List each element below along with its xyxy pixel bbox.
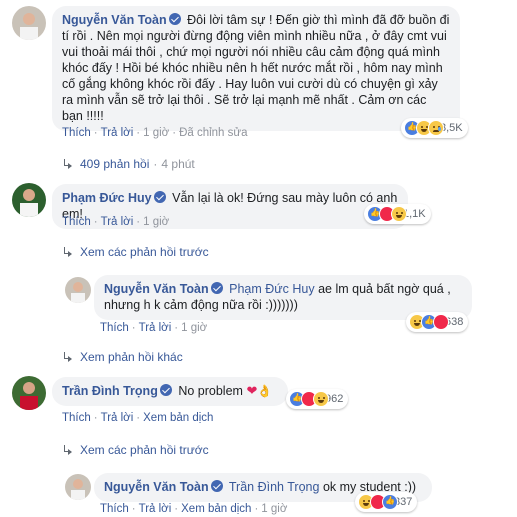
reply-actions-1: Thích · Trả lời · 1 giờ [100,322,208,334]
avatar-nguyen-van-toan[interactable] [65,277,91,303]
reply-button[interactable]: Trả lời [101,216,134,228]
comment-text: Đôi lời tâm sự ! Đến giờ thì mình đã đỡ … [62,13,450,123]
reaction-summary-1[interactable]: 3,5K [401,118,468,138]
verified-badge-icon [159,384,172,396]
comment-actions-1: Thích · Trả lời · 1 giờ · Đã chỉnh sửa [62,127,248,139]
reply-button[interactable]: Trả lời [101,127,134,139]
comment-actions-2: Thích · Trả lời · 1 giờ [62,216,170,228]
hand-emoji-icon: 👌 [257,384,273,398]
replies-count[interactable]: 409 phản hồi [80,157,149,171]
like-button[interactable]: Thích [62,412,91,424]
view-replies-link[interactable]: 409 phản hồi · 4 phút [62,157,195,171]
comment-actions-3: Thích · Trả lời · Xem bản dịch [62,412,214,424]
view-more-replies-label[interactable]: Xem phản hồi khác [80,350,183,364]
mention-link[interactable]: Trần Đình Trọng [229,480,320,494]
like-button[interactable]: Thích [62,216,91,228]
reaction-summary-5[interactable]: 337 [355,492,418,512]
avatar-pham-duc-huy[interactable] [12,183,46,217]
reaction-summary-2[interactable]: 1,1K [364,204,431,224]
sad-reaction-icon [428,120,444,136]
translate-button[interactable]: Xem bản dịch [181,503,251,515]
comment-text: No problem [178,384,243,398]
replies-time: 4 phút [161,157,195,171]
love-reaction-icon [433,314,449,330]
comment-author[interactable]: Trần Đình Trọng [62,384,158,398]
reply-time[interactable]: 1 giờ [261,503,287,515]
like-button[interactable]: Thích [100,503,129,515]
edited-label: Đã chỉnh sửa [179,127,248,139]
view-previous-replies-label[interactable]: Xem các phản hồi trước [80,245,209,259]
comment-bubble-1: Nguyễn Văn Toàn Đôi lời tâm sự ! Đến giờ… [52,6,460,131]
reaction-summary-4[interactable]: 962 [286,389,349,409]
view-previous-replies-link[interactable]: Xem các phản hồi trước [62,245,209,259]
avatar-nguyen-van-toan[interactable] [65,474,91,500]
verified-badge-icon [210,480,223,492]
comment-time[interactable]: 1 giờ [143,216,169,228]
like-reaction-icon [382,494,398,510]
haha-reaction-icon [313,391,329,407]
avatar-nguyen-van-toan[interactable] [12,6,46,40]
comment-author[interactable]: Nguyễn Văn Toàn [62,13,167,27]
reply-time[interactable]: 1 giờ [181,322,207,334]
verified-badge-icon [168,13,181,25]
haha-reaction-icon [391,206,407,222]
verified-badge-icon [153,191,166,203]
reaction-summary-3[interactable]: 1,1K638 [406,312,469,332]
reply-button[interactable]: Trả lời [139,322,172,334]
comment-time[interactable]: 1 giờ [143,127,169,139]
reply-actions-2: Thích · Trả lời · Xem bản dịch · 1 giờ [100,503,288,515]
like-button[interactable]: Thích [62,127,91,139]
reply-arrow-icon [62,351,74,363]
reply-arrow-icon [62,158,74,170]
translate-button[interactable]: Xem bản dịch [143,412,213,424]
avatar-tran-dinh-trong[interactable] [12,376,46,410]
comment-author[interactable]: Phạm Đức Huy [62,191,152,205]
reply-button[interactable]: Trả lời [139,503,172,515]
comment-bubble-3: Trần Đình Trọng No problem ❤👌 [52,377,288,406]
view-previous-replies-link[interactable]: Xem các phản hồi trước [62,443,209,457]
like-button[interactable]: Thích [100,322,129,334]
reply-author[interactable]: Nguyễn Văn Toàn [104,480,209,494]
reply-author[interactable]: Nguyễn Văn Toàn [104,282,209,296]
heart-emoji-icon: ❤ [246,383,258,398]
view-previous-replies-label[interactable]: Xem các phản hồi trước [80,443,209,457]
verified-badge-icon [210,282,223,294]
reply-arrow-icon [62,246,74,258]
view-more-replies-link[interactable]: Xem phản hồi khác [62,350,183,364]
reply-arrow-icon [62,444,74,456]
mention-link[interactable]: Phạm Đức Huy [229,282,314,296]
reply-button[interactable]: Trả lời [101,412,134,424]
